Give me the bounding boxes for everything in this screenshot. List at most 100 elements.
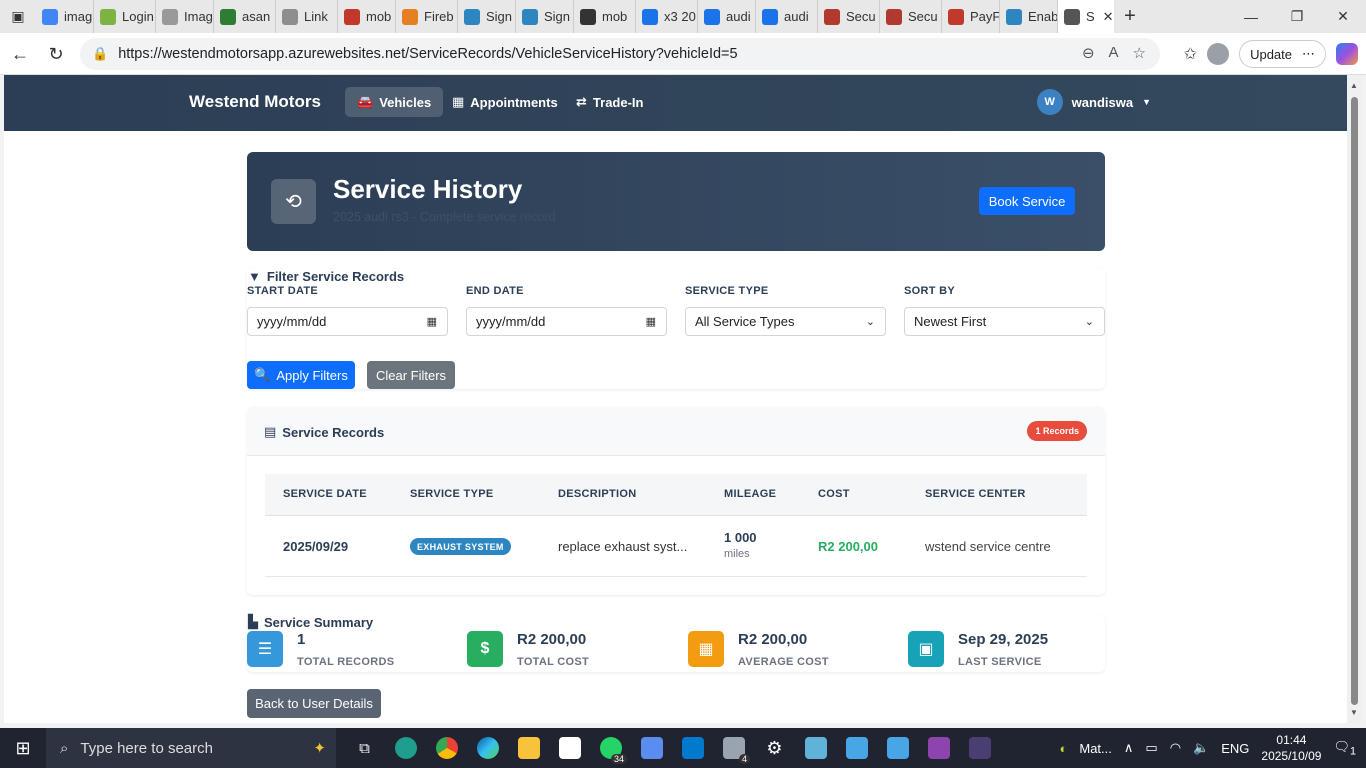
chevron-up-icon[interactable]: ∧	[1124, 740, 1134, 756]
whatsapp-icon[interactable]: 34	[590, 728, 631, 768]
weather-label[interactable]: Mat...	[1079, 741, 1112, 756]
cloud-tool-2-icon[interactable]	[877, 728, 918, 768]
azure-data-icon[interactable]	[795, 728, 836, 768]
file-explorer-icon[interactable]	[508, 728, 549, 768]
column-header[interactable]: COST	[818, 488, 850, 500]
text-app-icon[interactable]	[549, 728, 590, 768]
visual-studio-blue-icon[interactable]	[631, 728, 672, 768]
browser-tab[interactable]: mob	[338, 0, 396, 33]
page-subtitle: 2025 audi rs3 - Complete service record	[333, 210, 556, 224]
profile-avatar[interactable]	[1207, 43, 1230, 65]
column-header[interactable]: DESCRIPTION	[558, 488, 636, 500]
table-header: SERVICE DATE SERVICE TYPE DESCRIPTION MI…	[265, 474, 1087, 516]
end-date-input[interactable]: yyyy/mm/dd ▦	[466, 307, 667, 336]
refresh-icon[interactable]: ↻	[38, 36, 74, 72]
tab-close-icon[interactable]: ✕	[1103, 9, 1114, 25]
brand-logo[interactable]: Westend Motors	[189, 92, 321, 112]
scroll-up-icon[interactable]: ▲	[1350, 81, 1358, 90]
browser-tab[interactable]: audi	[756, 0, 818, 33]
nav-appointments[interactable]: ▦ Appointments	[440, 87, 570, 117]
filter-title-text: Filter Service Records	[266, 269, 405, 284]
column-header[interactable]: SERVICE TYPE	[410, 488, 493, 500]
apply-filters-button[interactable]: 🔍 Apply Filters	[247, 361, 355, 389]
clock[interactable]: 01:44 2025/10/09	[1261, 732, 1321, 764]
terminal-icon[interactable]	[959, 728, 1000, 768]
update-button[interactable]: Update ⋯	[1239, 40, 1326, 68]
weather-icon[interactable]: ◐	[1060, 741, 1068, 756]
nav-vehicles[interactable]: 🚘 Vehicles	[345, 87, 444, 117]
more-menu-icon[interactable]: ⋯	[1302, 46, 1315, 62]
calendar-picker-icon[interactable]: ▦	[646, 315, 656, 328]
task-view-icon[interactable]: ⧉	[344, 728, 385, 768]
browser-tab[interactable]: Link	[276, 0, 338, 33]
column-header[interactable]: MILEAGE	[724, 488, 776, 500]
battery-icon[interactable]: ▭	[1145, 740, 1157, 756]
minimize-icon[interactable]: —	[1228, 0, 1274, 33]
calendar-picker-icon[interactable]: ▦	[427, 315, 437, 328]
scroll-down-icon[interactable]: ▼	[1350, 708, 1358, 717]
zoom-icon[interactable]: ⊖	[1082, 44, 1095, 62]
taskbar-search[interactable]: ⌕ Type here to search ✦	[46, 728, 336, 768]
favorites-icon[interactable]: ✩	[1184, 44, 1197, 64]
tab-actions-icon[interactable]: ▣	[0, 0, 36, 33]
stat-label: TOTAL RECORDS	[297, 656, 395, 668]
clear-filters-button[interactable]: Clear Filters	[367, 361, 455, 389]
scrollbar-thumb[interactable]	[1351, 97, 1358, 705]
user-menu[interactable]: W wandiswa ▼	[1036, 89, 1151, 115]
app-navbar: Westend Motors 🚘 Vehicles ▦ Appointments…	[4, 75, 1347, 131]
browser-tab[interactable]: Secu	[880, 0, 942, 33]
close-window-icon[interactable]: ✕	[1320, 0, 1366, 33]
cloud-tool-icon[interactable]	[836, 728, 877, 768]
windows-start-icon[interactable]: ⊞	[0, 728, 46, 768]
language-indicator[interactable]: ENG	[1221, 741, 1249, 756]
nav-tradein[interactable]: ⇄ Trade-In	[564, 87, 655, 117]
calendar-icon: ▦	[452, 94, 465, 109]
copilot-icon[interactable]	[1336, 43, 1358, 65]
browser-tab[interactable]: PayF	[942, 0, 1000, 33]
browser-tab[interactable]: Secu	[818, 0, 880, 33]
browser-tab[interactable]: x3 20	[636, 0, 698, 33]
start-date-label: START DATE	[247, 285, 319, 297]
table-row[interactable]: 2025/09/29 EXHAUST SYSTEM replace exhaus…	[265, 516, 1087, 577]
browser-tab[interactable]: Enab	[1000, 0, 1058, 33]
restore-icon[interactable]: ❐	[1274, 0, 1320, 33]
sort-by-select[interactable]: Newest First ⌄	[904, 307, 1105, 336]
browser-tab[interactable]: S ✕	[1058, 0, 1114, 33]
edge-dev-icon[interactable]	[385, 728, 426, 768]
browser-tab[interactable]: Sign	[516, 0, 574, 33]
wifi-icon[interactable]: ◠	[1170, 740, 1181, 756]
page-scrollbar[interactable]: ▲ ▼	[1347, 75, 1362, 723]
tab-label: mob	[602, 9, 628, 24]
app-count: 4	[738, 754, 750, 764]
browser-tab[interactable]: audi	[698, 0, 756, 33]
summary-title-text: Service Summary	[264, 614, 374, 630]
tab-favicon-icon	[100, 8, 116, 25]
browser-tab[interactable]: Imag	[156, 0, 214, 33]
package-icon[interactable]: 4	[713, 728, 754, 768]
browser-tab[interactable]: asan	[214, 0, 276, 33]
volume-icon[interactable]: 🔈	[1193, 740, 1209, 756]
column-header[interactable]: SERVICE CENTER	[925, 488, 1026, 500]
vscode-icon[interactable]	[672, 728, 713, 768]
read-aloud-icon[interactable]: A	[1109, 44, 1119, 62]
start-date-input[interactable]: yyyy/mm/dd ▦	[247, 307, 448, 336]
edge-icon[interactable]	[467, 728, 508, 768]
column-header[interactable]: SERVICE DATE	[283, 488, 367, 500]
browser-tab[interactable]: mob	[574, 0, 636, 33]
browser-tab[interactable]: Fireb	[396, 0, 458, 33]
url-bar[interactable]: 🔒 https://westendmotorsapp.azurewebsites…	[80, 38, 1160, 70]
settings-gear-icon[interactable]: ⚙	[754, 728, 795, 768]
notification-icon[interactable]: 🗨1	[1333, 739, 1356, 758]
back-to-user-details-button[interactable]: Back to User Details	[247, 689, 381, 718]
browser-tab[interactable]: Login	[94, 0, 156, 33]
back-arrow-icon[interactable]: ←	[2, 36, 38, 72]
visual-studio-icon[interactable]	[918, 728, 959, 768]
chrome-icon[interactable]	[426, 728, 467, 768]
browser-tab[interactable]: imag	[36, 0, 94, 33]
tab-favicon-icon	[162, 8, 178, 25]
browser-tab[interactable]: Sign	[458, 0, 516, 33]
service-type-select[interactable]: All Service Types ⌄	[685, 307, 886, 336]
book-service-button[interactable]: Book Service	[979, 187, 1075, 215]
new-tab-button[interactable]: +	[1114, 5, 1146, 28]
favorite-star-icon[interactable]: ☆	[1133, 44, 1146, 62]
